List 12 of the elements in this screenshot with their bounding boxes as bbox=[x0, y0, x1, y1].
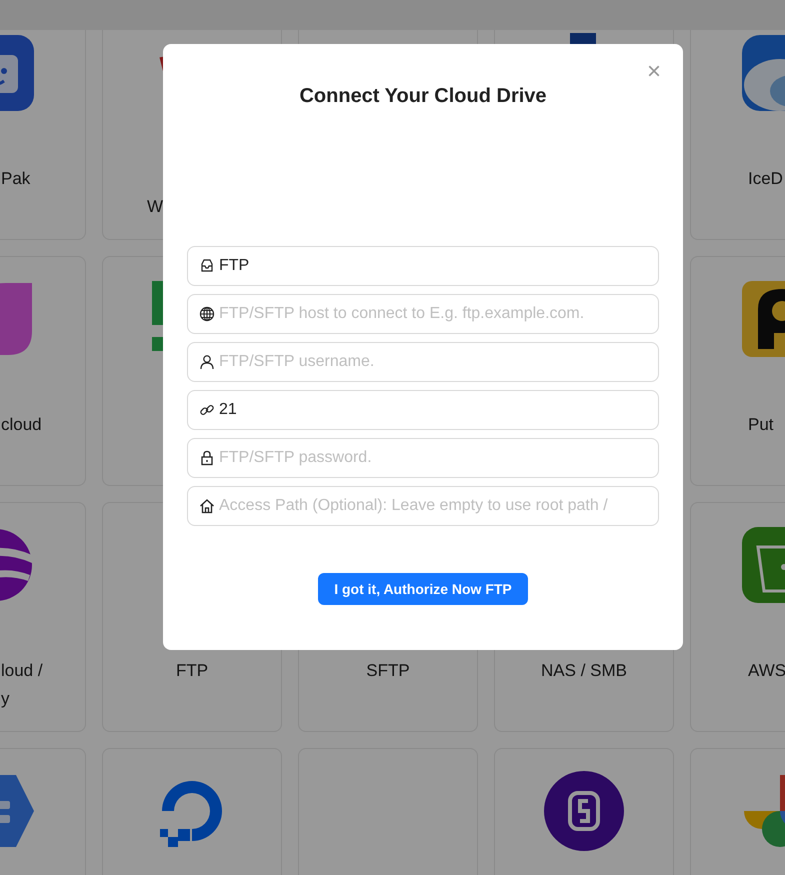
drive-name: cloud bbox=[1, 414, 43, 436]
drive-name: FTP bbox=[174, 660, 210, 682]
drive-name: y bbox=[1, 688, 10, 710]
drive-name: loud / bbox=[1, 660, 44, 682]
drive-name: NAS / SMB bbox=[540, 660, 628, 682]
drive-name: Pak bbox=[1, 168, 32, 190]
drive-name: Put bbox=[748, 414, 775, 436]
drive-name: SFTP bbox=[365, 660, 411, 682]
drive-name: AWS bbox=[748, 660, 785, 682]
drive-name: W bbox=[147, 196, 164, 218]
dialog-title: Connect Your Cloud Drive bbox=[298, 84, 548, 108]
drive-name: IceD bbox=[748, 168, 784, 190]
